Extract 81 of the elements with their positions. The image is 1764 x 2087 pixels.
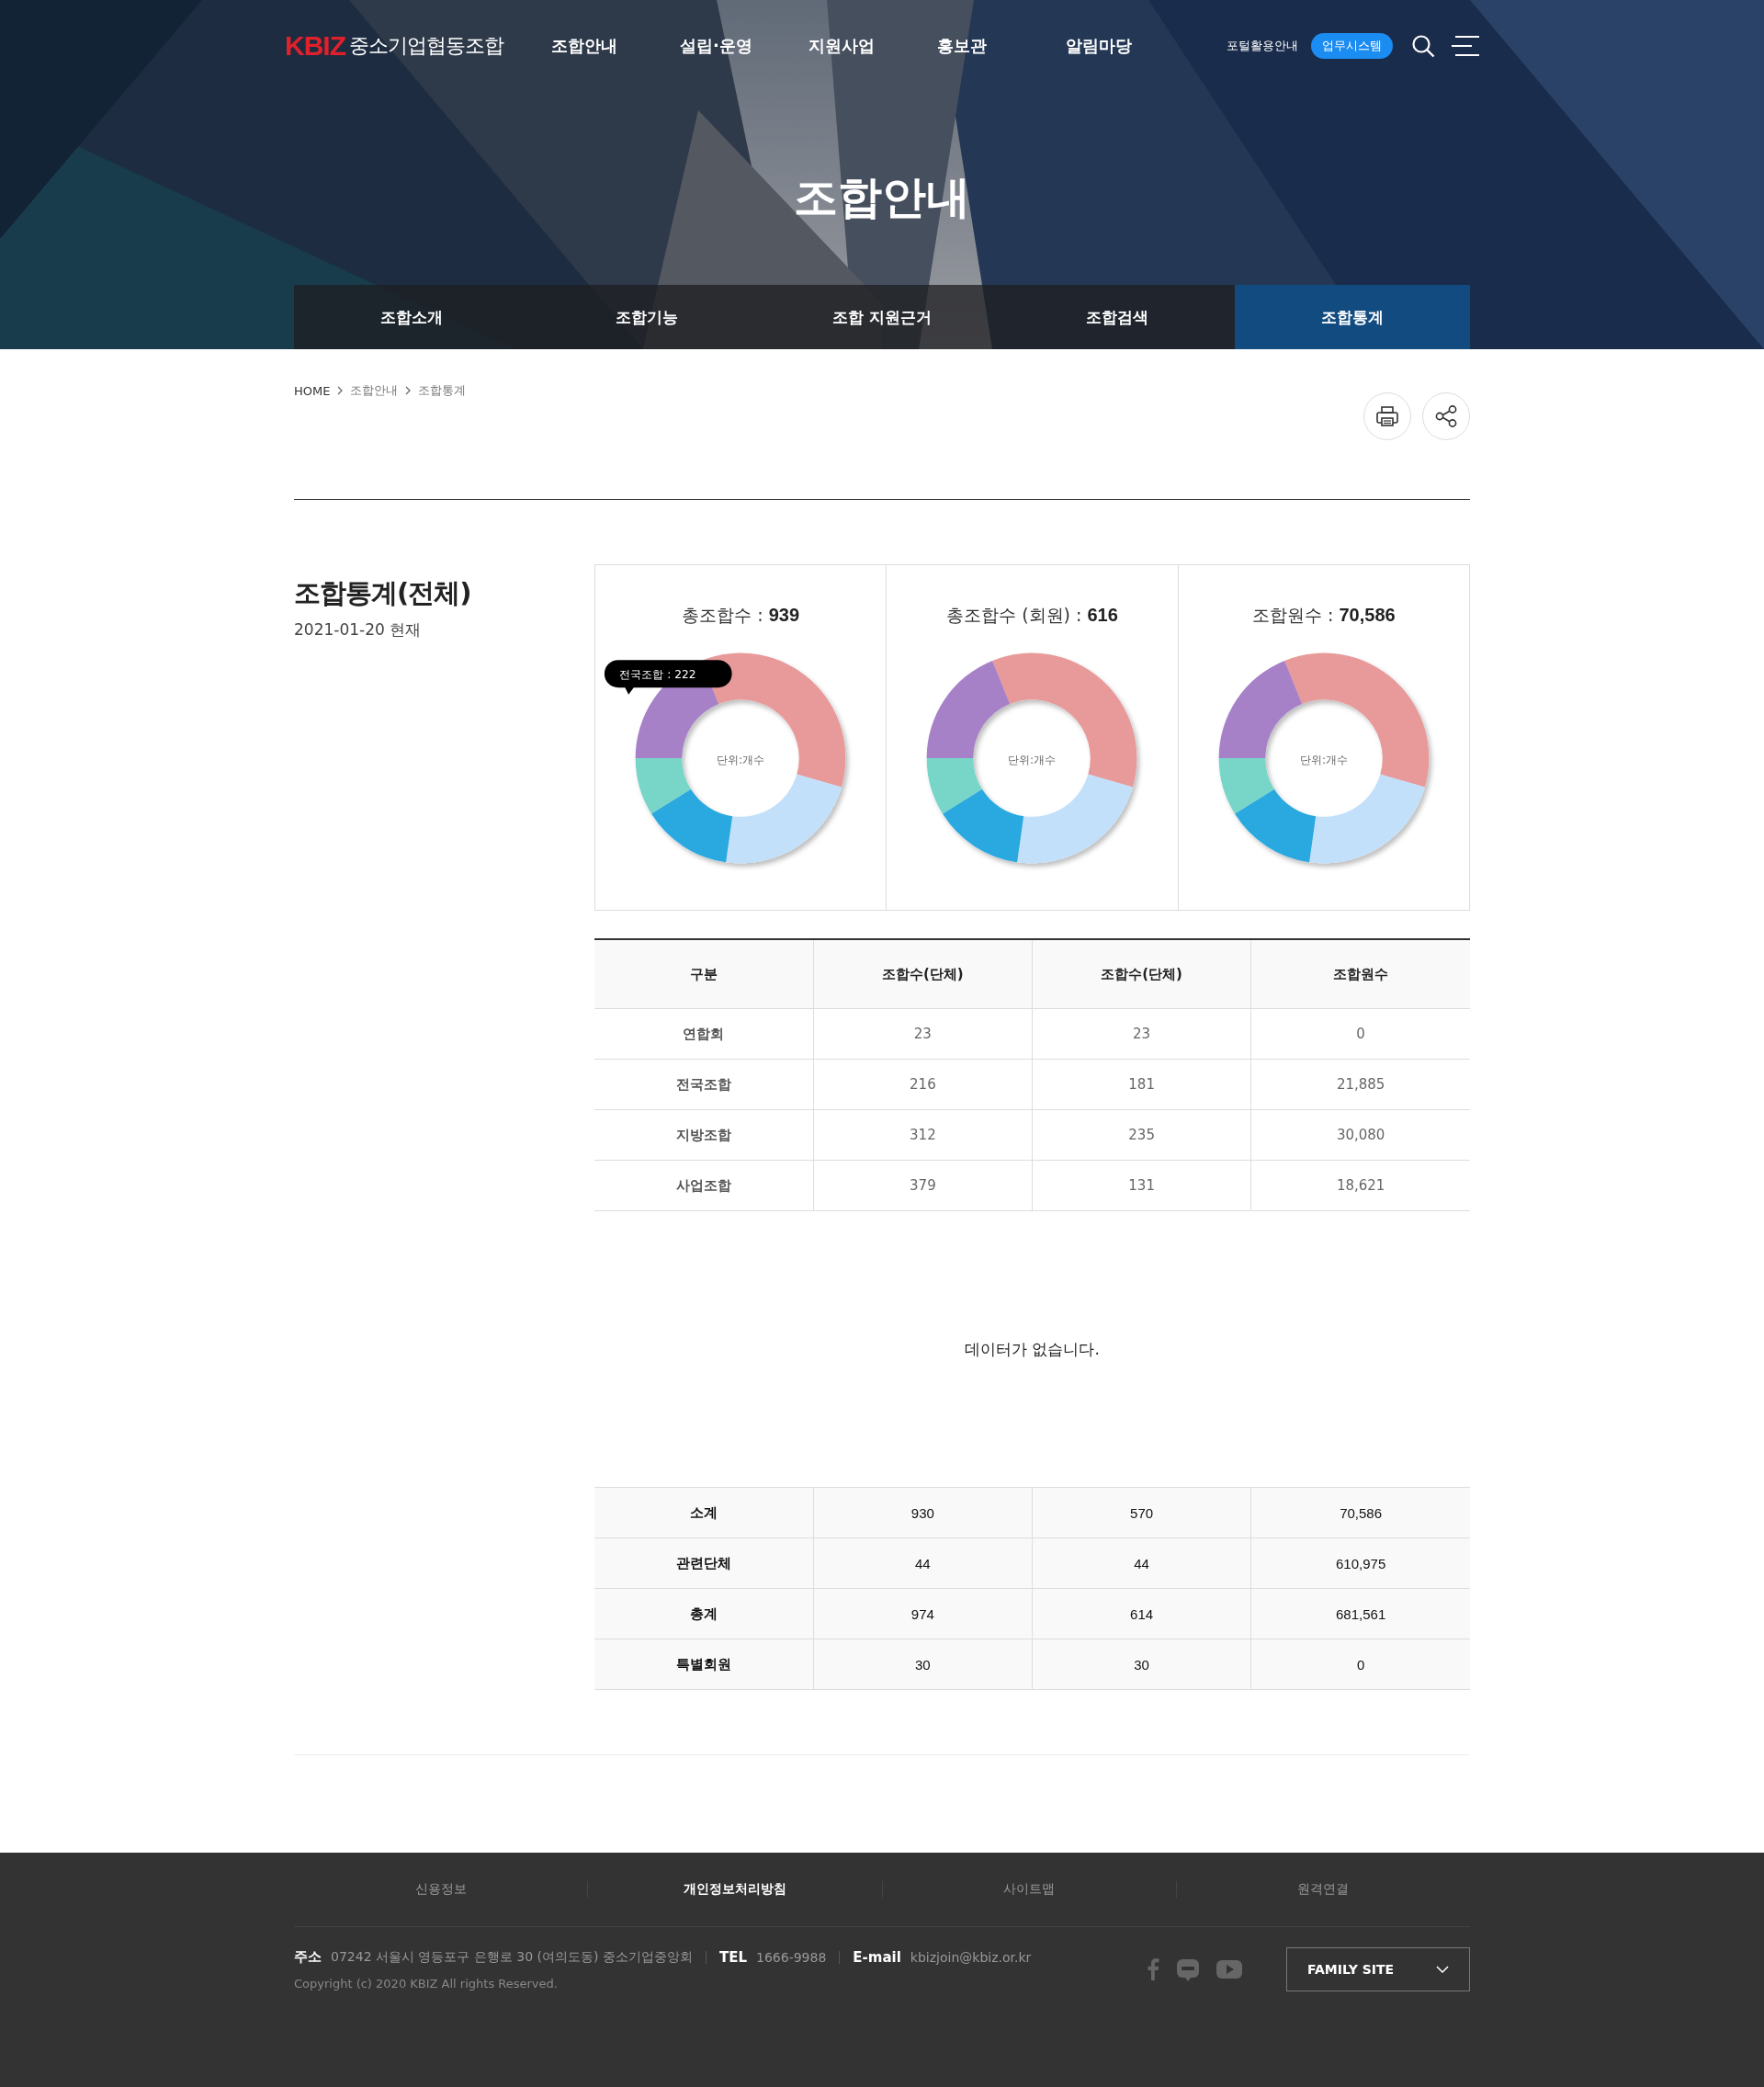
chevron-down-icon <box>1436 1966 1449 1973</box>
column-header: 구분 <box>594 939 814 1009</box>
table-cell: 974 <box>813 1588 1033 1639</box>
nav-link[interactable]: 조합안내 <box>551 35 680 57</box>
section-title: 조합통계(전체) <box>294 576 472 610</box>
sub-tab[interactable]: 조합기능 <box>529 285 764 349</box>
chart-title: 조합원수 : 70,586 <box>1252 604 1396 627</box>
unit-label: 단위:개수 <box>1299 753 1348 766</box>
table-cell: 614 <box>1032 1588 1251 1639</box>
address-text: 07242 서울시 영등포구 은행로 30 (여의도동) 중소기업중앙회 <box>331 1948 693 1966</box>
email-label: E-mail <box>853 1948 901 1966</box>
sub-tab[interactable]: 조합 지원근거 <box>764 285 1000 349</box>
table-cell: 131 <box>1032 1160 1251 1211</box>
portal-guide-link[interactable]: 포털활용안내 <box>1227 38 1298 54</box>
sub-tab[interactable]: 조합검색 <box>1000 285 1235 349</box>
logo-text[interactable]: 중소기업협동조합 <box>349 32 503 60</box>
column-header: 조합수(단체) <box>1032 939 1251 1009</box>
chevron-right-icon <box>405 386 412 395</box>
table-cell: 216 <box>813 1059 1033 1110</box>
table-cell: 총계 <box>594 1588 814 1639</box>
table-cell: 23 <box>1032 1008 1251 1060</box>
table-cell: 소계 <box>594 1487 814 1538</box>
nav-link[interactable]: 지원사업 <box>808 35 937 57</box>
table-cell: 930 <box>813 1487 1033 1538</box>
table-cell: 44 <box>813 1537 1033 1589</box>
table-cell: 70,586 <box>1250 1487 1470 1538</box>
table-cell: 전국조합 <box>594 1059 814 1110</box>
unit-label: 단위:개수 <box>717 753 765 766</box>
print-button[interactable] <box>1363 392 1411 440</box>
nav-link[interactable]: 설립·운영 <box>680 35 808 57</box>
table-cell: 사업조합 <box>594 1160 814 1211</box>
table-cell: 연합회 <box>594 1008 814 1060</box>
table-cell: 312 <box>813 1109 1033 1161</box>
footer-link[interactable]: 사이트맵 <box>881 1881 1176 1898</box>
date-label: 2021-01-20 현재 <box>294 619 423 641</box>
table-cell: 23 <box>813 1008 1033 1060</box>
table-cell: 18,621 <box>1250 1160 1470 1211</box>
nav-link[interactable]: 홍보관 <box>937 35 1066 57</box>
unit-label: 단위:개수 <box>1008 753 1057 766</box>
tooltip: 전국조합 : 222 <box>605 660 732 695</box>
chevron-right-icon <box>337 386 344 395</box>
table-cell: 610,975 <box>1250 1537 1470 1589</box>
breadcrumb-link[interactable]: 조합통계 <box>418 382 467 399</box>
table-cell: 44 <box>1032 1537 1251 1589</box>
table-cell: 0 <box>1250 1008 1470 1060</box>
table-cell: 570 <box>1032 1487 1251 1538</box>
copyright: Copyright (c) 2020 KBIZ All rights Reserved. <box>294 1977 559 1991</box>
footer-link[interactable]: 신용정보 <box>294 1881 588 1898</box>
table-cell: 0 <box>1250 1639 1470 1690</box>
breadcrumb-link[interactable]: 조합안내 <box>350 382 399 399</box>
empty-message: 데이터가 없습니다. <box>965 1338 1100 1360</box>
family-site-select[interactable]: FAMILY SITE <box>1286 1947 1470 1991</box>
table-cell: 681,561 <box>1250 1588 1470 1639</box>
table-cell: 30 <box>813 1639 1033 1690</box>
table-cell: 관련단체 <box>594 1537 814 1589</box>
table-cell: 30,080 <box>1250 1109 1470 1161</box>
table-cell: 지방조합 <box>594 1109 814 1161</box>
email-address: kbizjoin@kbiz.or.kr <box>910 1949 1032 1965</box>
table-cell: 235 <box>1032 1109 1251 1161</box>
breadcrumb-link[interactable]: HOME <box>294 383 331 398</box>
sub-tab[interactable]: 조합통계 <box>1235 285 1470 349</box>
search-icon[interactable] <box>1411 34 1435 58</box>
share-button[interactable] <box>1422 392 1470 440</box>
footer-link[interactable]: 원격연결 <box>1175 1881 1470 1898</box>
column-header: 조합수(단체) <box>813 939 1033 1009</box>
footer-link[interactable]: 개인정보처리방침 <box>587 1881 882 1898</box>
tel-label: TEL <box>719 1948 748 1966</box>
hero-title: 조합안내 <box>794 175 970 219</box>
table-cell: 181 <box>1032 1059 1251 1110</box>
table-cell: 21,885 <box>1250 1059 1470 1110</box>
nav-link[interactable]: 알림마당 <box>1066 35 1194 57</box>
tel-number: 1666-9988 <box>756 1949 827 1965</box>
column-header: 조합원수 <box>1250 939 1470 1009</box>
menu-icon[interactable] <box>1452 35 1479 57</box>
table-cell: 379 <box>813 1160 1033 1211</box>
sub-tab[interactable]: 조합소개 <box>294 285 529 349</box>
table-cell: 30 <box>1032 1639 1251 1690</box>
address-label: 주소 <box>294 1948 322 1966</box>
chart-title: 총조합수 (회원) : 616 <box>946 604 1118 627</box>
table-cell: 특별회원 <box>594 1639 814 1690</box>
chart-title: 총조합수 : 939 <box>682 604 800 627</box>
